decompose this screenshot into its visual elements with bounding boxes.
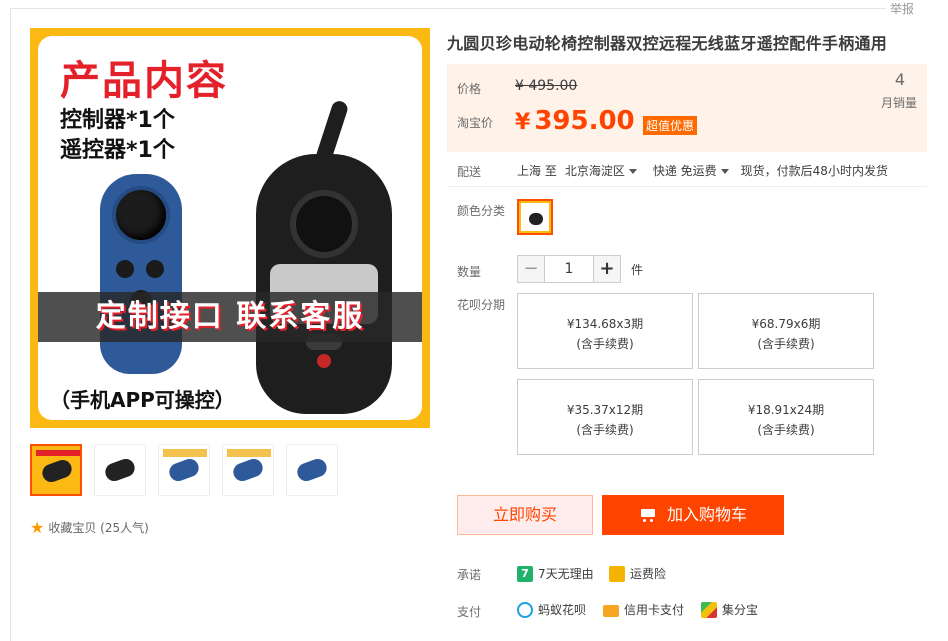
ship-to-dropdown[interactable]: 北京海淀区 xyxy=(565,162,637,179)
promise-label: 承诺 xyxy=(457,568,482,582)
price-label: 价格 xyxy=(457,82,482,96)
image-footnote: （手机APP可操控） xyxy=(50,388,235,412)
ship-note: 现货，付款后48小时内发货 xyxy=(740,164,888,178)
favorite-link[interactable]: ★ 收藏宝贝 (25人气) xyxy=(30,518,149,537)
seven-days-icon: 7 xyxy=(517,565,533,582)
image-line-remote: 遥控器*1个 xyxy=(60,138,175,163)
ship-method-dropdown[interactable]: 快递 免运费 xyxy=(653,162,729,179)
image-banner: 定制接口 联系客服 xyxy=(38,292,422,342)
main-image-canvas: 产品内容 控制器*1个 遥控器*1个 定制接口 联系客服 （手机APP可操控） xyxy=(38,36,422,420)
installment-label: 花呗分期 xyxy=(457,298,506,312)
cart-icon xyxy=(639,507,657,523)
thumbnail-3[interactable] xyxy=(158,444,210,496)
product-page: 举报 产品内容 控制器*1个 遥控器*1个 定制接口 联系客服 （手机APP可操… xyxy=(0,0,948,641)
quantity-input[interactable]: 1 xyxy=(545,255,593,283)
discount-badge: 超值优惠 xyxy=(643,116,698,135)
color-label: 颜色分类 xyxy=(457,204,506,218)
promo-price-label: 淘宝价 xyxy=(457,116,494,130)
thumbnail-2[interactable] xyxy=(94,444,146,496)
report-link[interactable]: 举报 xyxy=(885,0,918,17)
quantity-decrease-button[interactable]: − xyxy=(517,255,545,283)
payment-jifenbao[interactable]: 集分宝 xyxy=(701,601,758,618)
chevron-down-icon xyxy=(628,169,637,174)
shipping-row: 上海 至 北京海淀区 快递 免运费 现货，付款后48小时内发货 xyxy=(517,162,888,179)
add-to-cart-button[interactable]: 加入购物车 xyxy=(602,495,784,535)
thumbnail-strip xyxy=(30,444,338,496)
frame-divider xyxy=(10,8,890,9)
credit-card-icon xyxy=(603,604,619,617)
payment-credit-card[interactable]: 信用卡支付 xyxy=(603,601,684,618)
promise-freight-insurance[interactable]: 运费险 xyxy=(609,565,666,582)
monthly-sales-label: 月销量 xyxy=(880,96,917,110)
monthly-sales-count: 4 xyxy=(894,70,905,89)
quantity-label: 数量 xyxy=(457,265,482,279)
installment-option-3[interactable]: ¥134.68x3期 (含手续费) xyxy=(517,293,693,369)
quantity-increase-button[interactable]: + xyxy=(593,255,621,283)
product-title: 九圆贝珍电动轮椅控制器双控远程无线蓝牙遥控配件手柄通用 xyxy=(447,34,888,53)
divider xyxy=(447,186,927,187)
shipping-label: 配送 xyxy=(457,165,482,179)
installment-option-6[interactable]: ¥68.79x6期 (含手续费) xyxy=(698,293,874,369)
add-to-cart-label: 加入购物车 xyxy=(666,505,747,524)
chevron-down-icon xyxy=(720,169,729,174)
ship-from: 上海 至 xyxy=(517,164,557,178)
installment-option-24[interactable]: ¥18.91x24期 (含手续费) xyxy=(698,379,874,455)
huabei-icon xyxy=(517,601,533,618)
promise-seven-days[interactable]: 7 7天无理由 xyxy=(517,565,594,582)
thumbnail-4[interactable] xyxy=(222,444,274,496)
main-product-image[interactable]: 产品内容 控制器*1个 遥控器*1个 定制接口 联系客服 （手机APP可操控） xyxy=(30,28,430,428)
buy-now-button[interactable]: 立即购买 xyxy=(457,495,593,535)
thumbnail-1[interactable] xyxy=(30,444,82,496)
remote-illustration xyxy=(100,174,182,374)
payment-huabei[interactable]: 蚂蚁花呗 xyxy=(517,601,586,618)
original-price: ¥ 495.00 xyxy=(515,78,578,94)
promo-price: ¥395.00 xyxy=(515,106,635,136)
freight-insurance-icon xyxy=(609,565,625,582)
image-line-controller: 控制器*1个 xyxy=(60,108,175,133)
quantity-unit: 件 xyxy=(631,262,644,277)
jifenbao-icon xyxy=(701,601,717,618)
controller-illustration xyxy=(256,99,392,414)
price-panel: 价格 ¥ 495.00 淘宝价 ¥395.00 超值优惠 4 月销量 xyxy=(447,64,927,152)
thumbnail-5[interactable] xyxy=(286,444,338,496)
color-swatch-selected[interactable] xyxy=(517,199,553,235)
installment-option-12[interactable]: ¥35.37x12期 (含手续费) xyxy=(517,379,693,455)
favorite-label: 收藏宝贝 (25人气) xyxy=(48,521,149,535)
image-heading: 产品内容 xyxy=(60,58,228,104)
payment-label: 支付 xyxy=(457,605,482,619)
quantity-stepper: − 1 + 件 xyxy=(517,255,643,283)
frame-divider-left xyxy=(10,8,11,641)
star-icon: ★ xyxy=(30,518,45,537)
